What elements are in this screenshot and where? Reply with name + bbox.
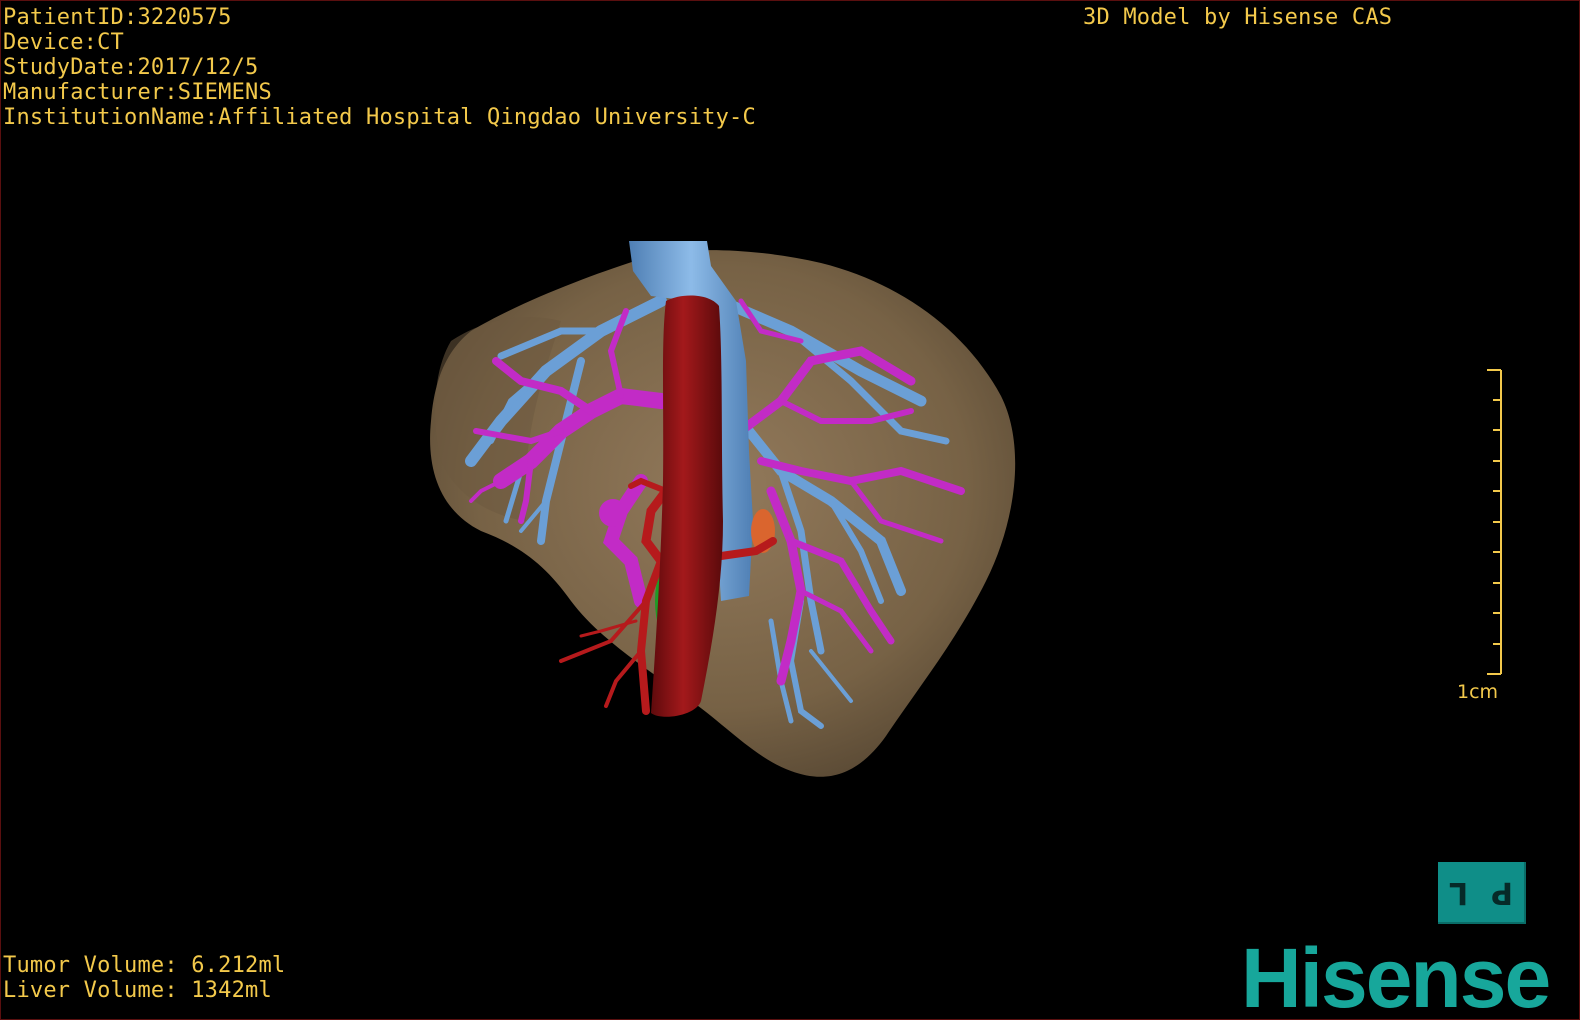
scale-label: 1cm — [1457, 681, 1499, 703]
manufacturer: Manufacturer:SIEMENS — [3, 80, 272, 105]
model-credit: 3D Model by Hisense CAS — [1083, 5, 1393, 30]
orientation-left-face: L — [1449, 875, 1469, 910]
liver-volume: Liver Volume: 1342ml — [3, 978, 272, 1003]
liver-3d-model[interactable] — [1, 1, 1580, 1020]
patient-info-block: PatientID:3220575 Device:CT StudyDate:20… — [3, 5, 756, 130]
study-date: StudyDate:2017/12/5 — [3, 55, 259, 80]
orientation-right-face: P — [1490, 875, 1513, 910]
device: Device:CT — [3, 30, 125, 55]
3d-viewport[interactable]: PatientID:3220575 Device:CT StudyDate:20… — [0, 0, 1580, 1020]
institution-name: InstitutionName:Affiliated Hospital Qing… — [3, 105, 756, 130]
scale-bar — [1487, 369, 1502, 675]
tumor-volume: Tumor Volume: 6.212ml — [3, 953, 286, 978]
orientation-cube[interactable]: L P — [1438, 862, 1526, 924]
hisense-logo: Hisense — [1241, 931, 1551, 1020]
patient-id: PatientID:3220575 — [3, 5, 232, 30]
volume-block: Tumor Volume: 6.212ml Liver Volume: 1342… — [3, 953, 285, 1003]
